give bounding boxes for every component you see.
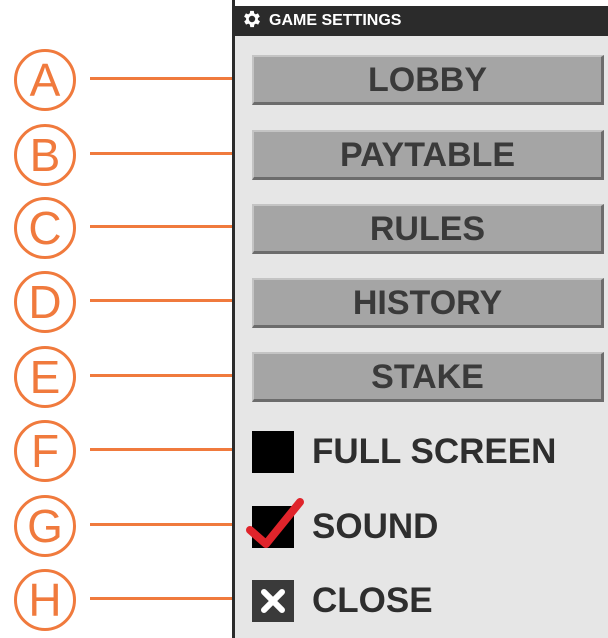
callout-letter: E [14,346,76,408]
panel-title: GAME SETTINGS [269,12,402,29]
callout-g: G [14,495,234,557]
callout-letter: D [14,271,76,333]
history-button[interactable]: HISTORY [252,278,604,328]
callout-letter: F [14,420,76,482]
full-screen-checkbox[interactable] [252,431,294,473]
sound-checkbox[interactable] [246,498,304,548]
callout-f: F [14,420,234,482]
callout-b: B [14,124,234,186]
callout-line [90,374,234,377]
paytable-button[interactable]: PAYTABLE [252,130,604,180]
callout-letter: A [14,49,76,111]
game-settings-panel: GAME SETTINGS LOBBY PAYTABLE RULES HISTO… [232,0,608,638]
callout-c: C [14,197,234,259]
sound-label: SOUND [312,507,439,546]
rules-button[interactable]: RULES [252,204,604,254]
callout-letter: C [14,197,76,259]
callout-line [90,597,234,600]
callout-line [90,448,234,451]
callout-a: A [14,49,234,111]
stake-button[interactable]: STAKE [252,352,604,402]
close-label: CLOSE [312,581,433,620]
full-screen-toggle[interactable]: FULL SCREEN [252,429,604,473]
callout-letter: H [14,569,76,631]
close-icon[interactable] [252,580,294,622]
callout-line [90,299,234,302]
panel-header: GAME SETTINGS [235,6,608,36]
callout-line [90,225,234,228]
close-option[interactable]: CLOSE [252,578,604,622]
full-screen-label: FULL SCREEN [312,432,557,471]
callout-line [90,523,234,526]
callout-e: E [14,346,234,408]
callout-h: H [14,569,234,631]
callout-letter: B [14,124,76,186]
screenshot-stage: A B C D E F G H GAME SETTINGS LOBBY PAYT… [0,0,608,638]
callout-letter: G [14,495,76,557]
callout-line [90,77,234,80]
callout-line [90,152,234,155]
callout-d: D [14,271,234,333]
sound-toggle[interactable]: SOUND [246,498,604,548]
lobby-button[interactable]: LOBBY [252,55,604,105]
gear-icon [241,8,263,30]
checkmark-icon [246,498,304,548]
